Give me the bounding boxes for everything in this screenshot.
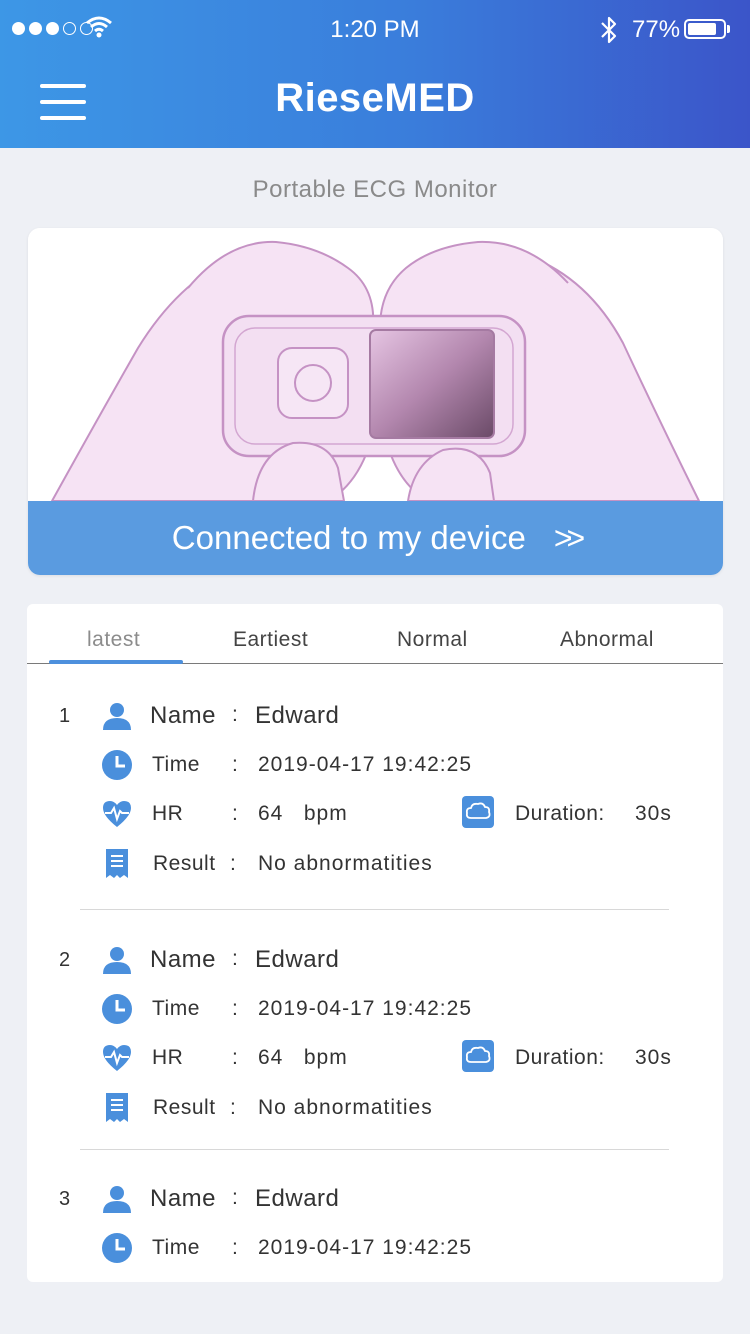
person-icon	[103, 1186, 131, 1213]
duration-value: 30s	[635, 1046, 672, 1069]
heart-rate-icon	[103, 801, 131, 827]
tab-latest[interactable]: latest	[87, 628, 140, 652]
clock-icon	[102, 1233, 132, 1263]
page-subtitle: Portable ECG Monitor	[252, 176, 498, 203]
duration-value: 30s	[635, 802, 672, 825]
time-label: Time	[152, 753, 200, 776]
battery-percent: 77%	[632, 16, 681, 43]
app-title: RieseMED	[275, 76, 475, 120]
record-item[interactable]: 3 Name : Edward Time : 2019-04-17 19:42:…	[27, 1177, 723, 1282]
hr-value: 64 bpm	[258, 802, 348, 825]
record-divider	[80, 909, 669, 910]
clock-icon	[102, 750, 132, 780]
filter-tabs: latest Eartiest Normal Abnormal	[27, 604, 723, 664]
name-value: Edward	[255, 702, 340, 729]
name-label: Name	[150, 1185, 217, 1212]
name-label: Name	[150, 946, 217, 973]
time-value: 2019-04-17 19:42:25	[258, 753, 472, 776]
person-icon	[103, 947, 131, 974]
time-value: 2019-04-17 19:42:25	[258, 997, 472, 1020]
connect-device-button[interactable]: Connected to my device >>	[28, 501, 723, 575]
records-card: latest Eartiest Normal Abnormal 1 Name :…	[27, 604, 723, 1282]
bluetooth-icon	[601, 16, 617, 44]
receipt-icon	[106, 1093, 128, 1122]
record-item[interactable]: 1 Name : Edward Time : 2019-04-17 19:42:…	[27, 694, 723, 914]
tab-earliest[interactable]: Eartiest	[233, 628, 308, 652]
result-value: No abnormatities	[258, 852, 433, 875]
tab-abnormal[interactable]: Abnormal	[560, 628, 654, 652]
hr-label: HR	[152, 1046, 184, 1069]
time-label: Time	[152, 997, 200, 1020]
receipt-icon	[106, 849, 128, 878]
duration-label: Duration:	[515, 1046, 605, 1069]
duration-icon	[462, 796, 494, 828]
time-value: 2019-04-17 19:42:25	[258, 1236, 472, 1259]
time-label: Time	[152, 1236, 200, 1259]
record-divider	[80, 1149, 669, 1150]
record-index: 3	[59, 1188, 71, 1210]
battery-icon	[684, 19, 726, 39]
record-index: 1	[59, 705, 71, 727]
tab-normal[interactable]: Normal	[397, 628, 468, 652]
result-value: No abnormatities	[258, 1096, 433, 1119]
record-index: 2	[59, 949, 71, 971]
ecg-device-illustration	[28, 228, 723, 501]
clock-icon	[102, 994, 132, 1024]
name-label: Name	[150, 702, 217, 729]
hr-value: 64 bpm	[258, 1046, 348, 1069]
name-value: Edward	[255, 946, 340, 973]
active-tab-indicator	[49, 660, 183, 664]
duration-icon	[462, 1040, 494, 1072]
heart-rate-icon	[103, 1045, 131, 1071]
result-label: Result	[153, 852, 216, 875]
double-chevron-right-icon: >>	[553, 519, 585, 556]
status-bar: 1:20 PM 77%	[0, 0, 750, 60]
record-item[interactable]: 2 Name : Edward Time : 2019-04-17 19:42:…	[27, 938, 723, 1158]
name-value: Edward	[255, 1185, 340, 1212]
result-label: Result	[153, 1096, 216, 1119]
hr-label: HR	[152, 802, 184, 825]
duration-label: Duration:	[515, 802, 605, 825]
device-card: Connected to my device >>	[28, 228, 723, 575]
app-header: 1:20 PM 77% RieseMED	[0, 0, 750, 148]
person-icon	[103, 703, 131, 730]
connect-device-label: Connected to my device	[171, 519, 526, 556]
